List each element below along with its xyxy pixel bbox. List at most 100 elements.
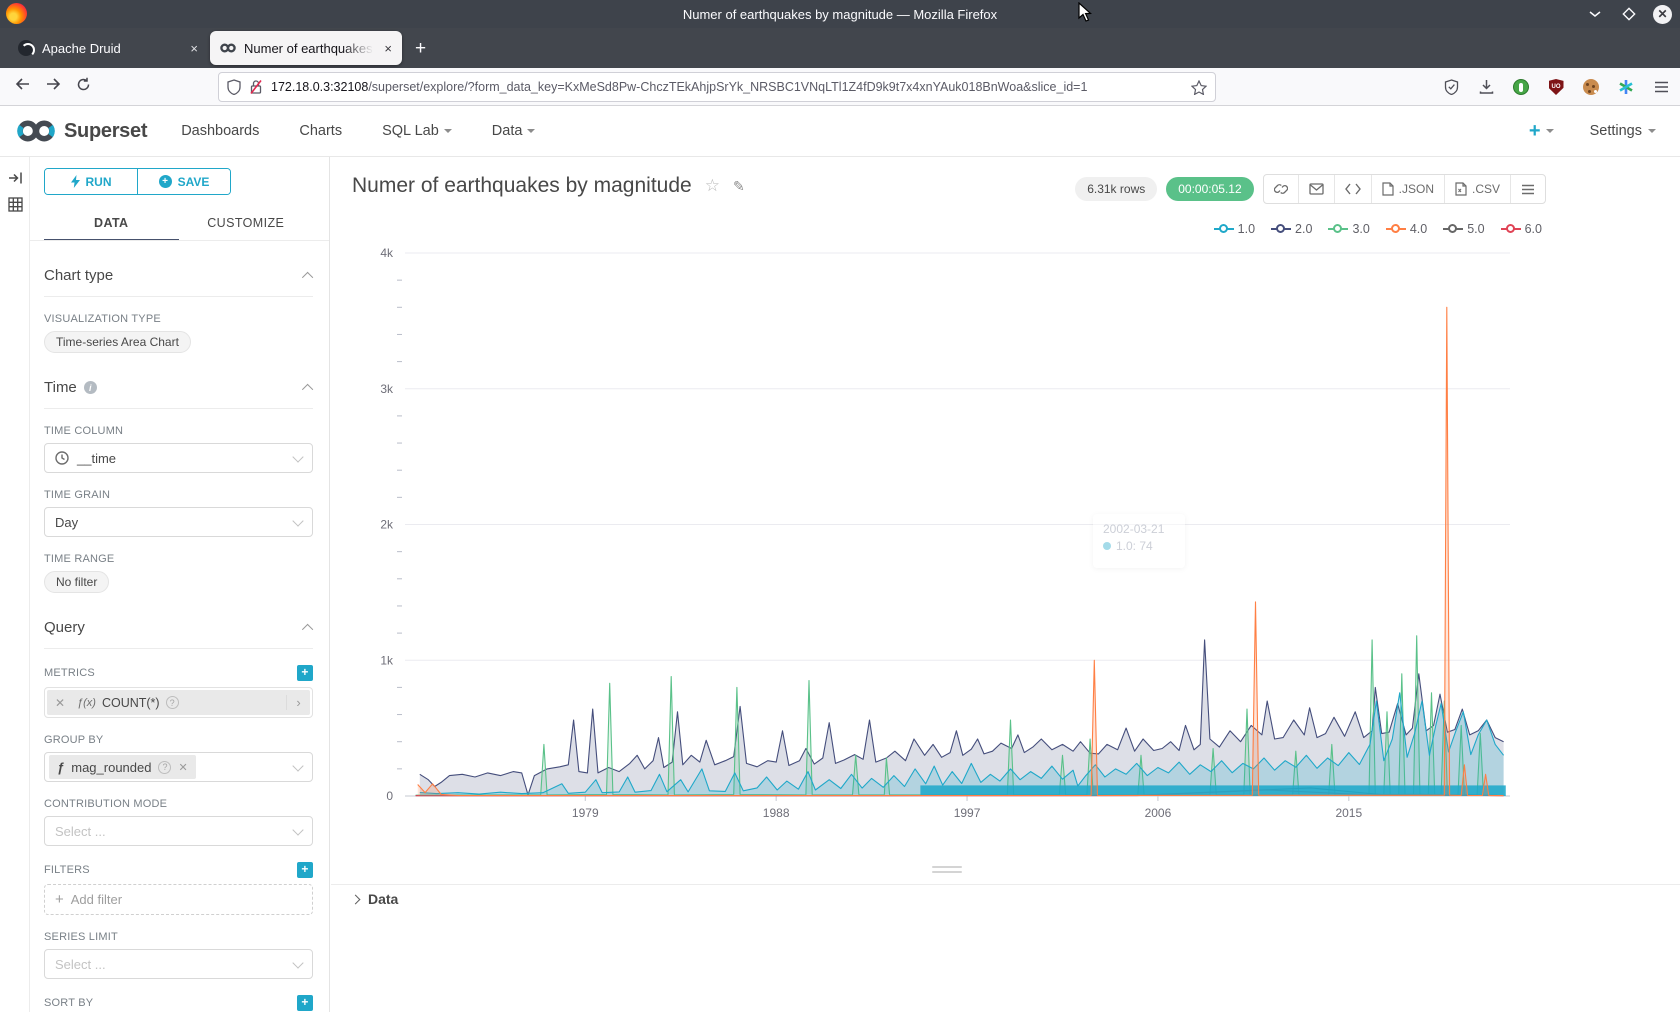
group-by-select[interactable]: ƒ mag_rounded ? ✕: [44, 752, 313, 782]
tab-customize[interactable]: CUSTOMIZE: [179, 208, 314, 241]
url-bar[interactable]: 172.18.0.3:32108/superset/explore/?form_…: [218, 72, 1216, 102]
legend-item-5[interactable]: 5.0: [1443, 222, 1484, 236]
tab-close-icon[interactable]: ×: [384, 41, 392, 56]
data-panel-divider: [331, 884, 1680, 885]
close-icon[interactable]: ✕: [1653, 5, 1672, 24]
tab-close-icon[interactable]: ×: [190, 41, 198, 56]
legend-item-6[interactable]: 6.0: [1501, 222, 1542, 236]
contribution-mode-select[interactable]: Select ...: [44, 816, 313, 846]
file-icon: [1455, 182, 1467, 196]
data-panel-toggle[interactable]: Data: [352, 891, 398, 907]
time-range-label: TIME RANGE: [44, 553, 313, 565]
ublock-origin-icon[interactable]: UO: [1547, 78, 1565, 96]
url-path: /superset/explore/?form_data_key=KxMeSd8…: [368, 80, 1087, 94]
cookie-icon[interactable]: [1582, 78, 1600, 96]
svg-text:2015: 2015: [1335, 806, 1362, 820]
svg-text:1988: 1988: [763, 806, 790, 820]
nav-sql-lab[interactable]: SQL Lab: [382, 123, 452, 139]
tab-superset-chart[interactable]: Numer of earthquakes by ×: [210, 31, 402, 65]
tab-apache-druid[interactable]: Apache Druid ×: [8, 31, 208, 65]
remove-chip-icon[interactable]: ✕: [178, 761, 187, 774]
nav-charts[interactable]: Charts: [299, 123, 342, 139]
page-title: Numer of earthquakes by magnitude: [352, 174, 692, 198]
time-column-select[interactable]: __time: [44, 443, 313, 473]
settings-menu[interactable]: Settings: [1590, 123, 1656, 139]
info-icon: i: [84, 381, 97, 394]
chart-canvas[interactable]: 01k2k3k4k19791988199720062015: [375, 246, 1525, 821]
expand-metric-icon[interactable]: ›: [286, 695, 310, 710]
superset-logo[interactable]: Superset: [16, 118, 147, 144]
row-count-badge: 6.31k rows: [1075, 177, 1157, 201]
browser-toolbar: 172.18.0.3:32108/superset/explore/?form_…: [0, 68, 1680, 106]
forward-button[interactable]: [38, 77, 68, 96]
new-tab-button[interactable]: +: [415, 38, 426, 60]
section-chart-type[interactable]: Chart type: [44, 267, 313, 297]
minimize-icon[interactable]: [1585, 4, 1605, 24]
metric-item[interactable]: ✕ ƒ(x)COUNT(*)? ›: [44, 687, 313, 718]
time-range-pill[interactable]: No filter: [44, 571, 109, 593]
insecure-lock-icon[interactable]: [249, 79, 263, 95]
group-by-chip[interactable]: ƒ mag_rounded ? ✕: [49, 755, 196, 779]
file-icon: [1382, 182, 1394, 196]
favorite-star-icon[interactable]: ☆: [705, 176, 720, 196]
query-duration-badge: 00:00:05.12: [1166, 177, 1253, 201]
svg-text:4k: 4k: [380, 246, 394, 260]
tabs-divider: [30, 240, 329, 241]
section-query[interactable]: Query: [44, 619, 313, 649]
back-button[interactable]: [8, 77, 38, 96]
collapse-panel-icon[interactable]: [0, 165, 30, 191]
svg-text:1979: 1979: [572, 806, 599, 820]
email-button[interactable]: [1298, 175, 1334, 203]
viz-type-pill[interactable]: Time-series Area Chart: [44, 331, 191, 353]
druid-icon: [18, 40, 34, 56]
clock-icon: [55, 451, 69, 465]
contribution-mode-label: CONTRIBUTION MODE: [44, 798, 313, 810]
add-sort-button[interactable]: +: [297, 995, 313, 1011]
url-text[interactable]: 172.18.0.3:32108/superset/explore/?form_…: [271, 80, 1183, 94]
legend-item-4[interactable]: 4.0: [1386, 222, 1427, 236]
sort-by-label: SORT BY: [44, 997, 93, 1009]
window-title: Numer of earthquakes by magnitude — Mozi…: [0, 7, 1680, 22]
menu-hamburger-icon[interactable]: [1652, 78, 1670, 96]
run-button[interactable]: RUN: [45, 169, 137, 194]
nav-data[interactable]: Data: [492, 123, 536, 139]
section-time[interactable]: Timei: [44, 379, 313, 409]
legend-item-1[interactable]: 1.0: [1214, 222, 1255, 236]
nav-dashboards[interactable]: Dashboards: [181, 123, 259, 139]
downloads-icon[interactable]: [1477, 78, 1495, 96]
tracking-shield-icon[interactable]: [227, 79, 241, 95]
superset-header: Superset Dashboards Charts SQL Lab Data …: [0, 106, 1680, 157]
hamburger-icon: [1521, 184, 1535, 195]
export-csv-button[interactable]: .CSV: [1444, 175, 1510, 203]
bookmark-star-icon[interactable]: [1191, 80, 1207, 95]
new-item-button[interactable]: +: [1529, 120, 1554, 143]
permissions-shield-icon[interactable]: [1442, 78, 1460, 96]
add-filter-button[interactable]: +: [297, 862, 313, 878]
time-grain-label: TIME GRAIN: [44, 489, 313, 501]
maximize-icon[interactable]: [1619, 4, 1639, 24]
add-metric-button[interactable]: +: [297, 665, 313, 681]
chevron-up-icon: [302, 383, 313, 394]
add-filter-dropzone[interactable]: + Add filter: [44, 884, 313, 915]
time-grain-select[interactable]: Day: [44, 507, 313, 537]
chevron-down-icon: [1648, 129, 1656, 133]
extension-asterisk-icon[interactable]: [1617, 78, 1635, 96]
legend-item-2[interactable]: 2.0: [1271, 222, 1312, 236]
dataset-grid-icon[interactable]: [0, 191, 30, 217]
chart-menu-button[interactable]: [1510, 175, 1545, 203]
copy-link-button[interactable]: [1264, 175, 1298, 203]
code-icon: [1345, 183, 1361, 195]
legend-item-3[interactable]: 3.0: [1328, 222, 1369, 236]
plus-circle-icon: +: [159, 175, 172, 188]
remove-metric-icon[interactable]: ✕: [47, 696, 73, 710]
resize-handle[interactable]: [932, 866, 962, 876]
series-limit-select[interactable]: Select ...: [44, 949, 313, 979]
export-json-button[interactable]: .JSON: [1371, 175, 1444, 203]
reload-button[interactable]: [68, 77, 98, 97]
save-button[interactable]: + SAVE: [137, 169, 230, 194]
privacy-badger-icon[interactable]: [1512, 78, 1530, 96]
tab-data[interactable]: DATA: [44, 208, 179, 241]
embed-code-button[interactable]: [1334, 175, 1371, 203]
tab-label: Numer of earthquakes by: [244, 41, 376, 56]
edit-title-icon[interactable]: ✎: [733, 178, 745, 195]
